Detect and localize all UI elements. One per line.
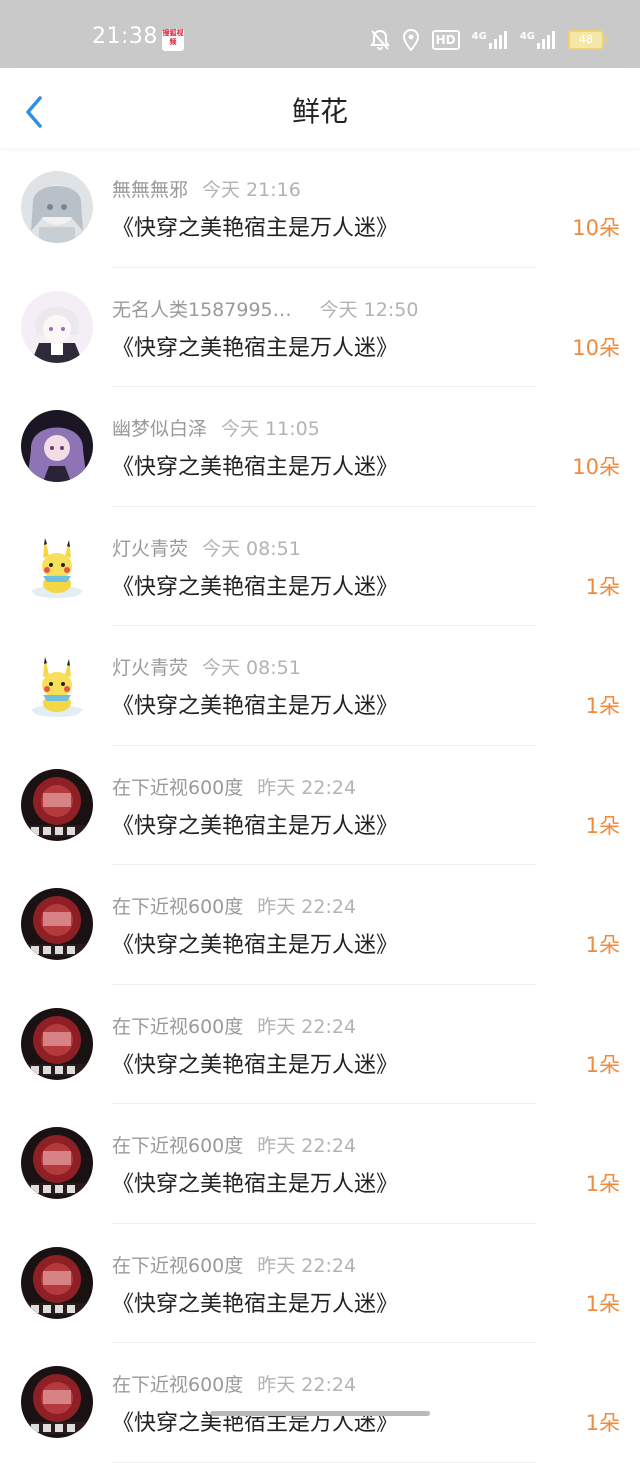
item-meta: 灯火青荧 今天 08:51	[112, 534, 301, 561]
item-meta: 在下近视600度 昨天 22:24	[112, 892, 356, 919]
user-name[interactable]: 在下近视600度	[112, 1016, 243, 1038]
item-meta: 在下近视600度 昨天 22:24	[112, 773, 356, 800]
hd-icon: HD	[431, 30, 460, 50]
item-meta: 幽梦似白泽 今天 11:05	[112, 414, 320, 441]
item-time: 今天 08:51	[202, 537, 301, 560]
list-item[interactable]: 無無無邪 今天 21:16 《快穿之美艳宿主是万人迷》 10朵	[0, 148, 640, 268]
flower-count: 1朵	[585, 1291, 620, 1316]
item-meta: 無無無邪 今天 21:16	[112, 175, 301, 202]
divider	[112, 1461, 536, 1463]
list-item[interactable]: 灯火青荧 今天 08:51 《快穿之美艳宿主是万人迷》 1朵	[0, 626, 640, 746]
book-title[interactable]: 《快穿之美艳宿主是万人迷》	[112, 1286, 398, 1318]
book-title[interactable]: 《快穿之美艳宿主是万人迷》	[112, 808, 398, 840]
book-title[interactable]: 《快穿之美艳宿主是万人迷》	[112, 1405, 398, 1437]
user-name[interactable]: 灯火青荧	[112, 657, 188, 679]
item-time: 今天 08:51	[202, 657, 301, 679]
battery-icon: 48	[568, 30, 607, 50]
signal-label-1: 4G	[471, 31, 487, 42]
flower-count: 1朵	[585, 933, 620, 957]
book-title[interactable]: 《快穿之美艳宿主是万人迷》	[112, 1047, 398, 1079]
list-item[interactable]: 在下近视600度 昨天 22:24 《快穿之美艳宿主是万人迷》 1朵	[0, 746, 640, 865]
list-item[interactable]: 在下近视600度 昨天 22:24 《快穿之美艳宿主是万人迷》 1朵	[0, 985, 640, 1104]
flower-count: 10朵	[572, 335, 620, 360]
sohu-video-icon: 搜狐视频	[162, 29, 184, 51]
item-meta: 无名人类1587995… 今天 12:50	[112, 295, 418, 322]
user-name[interactable]: 灯火青荧	[112, 538, 188, 560]
user-name[interactable]: 在下近视600度	[112, 896, 243, 918]
list-item[interactable]: 在下近视600度 昨天 22:24 《快穿之美艳宿主是万人迷》 1朵	[0, 1224, 640, 1343]
signal-label-2: 4G	[519, 31, 535, 42]
item-time: 昨天 22:24	[257, 1015, 357, 1038]
list-item[interactable]: 在下近视600度 昨天 22:24 《快穿之美艳宿主是万人迷》 1朵	[0, 865, 640, 985]
status-bar: 21:38 搜狐视频 HD 4G 4G 48	[0, 0, 640, 68]
item-time: 昨天 22:24	[257, 1254, 357, 1277]
item-time: 今天 11:05	[221, 418, 320, 440]
flower-count: 10朵	[572, 455, 620, 479]
list-item[interactable]: 幽梦似白泽 今天 11:05 《快穿之美艳宿主是万人迷》 10朵	[0, 387, 640, 507]
flower-count: 1朵	[585, 1052, 620, 1077]
avatar[interactable]	[21, 290, 93, 363]
avatar[interactable]	[21, 1007, 93, 1080]
location-pin-icon	[402, 29, 420, 51]
avatar[interactable]	[21, 768, 93, 841]
user-name[interactable]: 在下近视600度	[112, 1374, 243, 1396]
item-meta: 灯火青荧 今天 08:51	[112, 653, 301, 680]
flower-count: 1朵	[585, 1411, 620, 1435]
user-name[interactable]: 无名人类1587995…	[112, 299, 292, 321]
item-meta: 在下近视600度 昨天 22:24	[112, 1370, 356, 1397]
status-icons: HD 4G 4G 48	[369, 26, 607, 54]
flower-count: 1朵	[585, 1172, 620, 1196]
user-name[interactable]: 在下近视600度	[112, 777, 243, 799]
book-title[interactable]: 《快穿之美艳宿主是万人迷》	[112, 330, 398, 362]
mute-bell-icon	[369, 29, 390, 51]
avatar[interactable]	[21, 649, 93, 721]
item-time: 今天 21:16	[202, 179, 301, 201]
item-meta: 在下近视600度 昨天 22:24	[112, 1131, 356, 1158]
flower-count: 1朵	[585, 694, 620, 718]
item-time: 昨天 22:24	[257, 1374, 357, 1396]
book-title[interactable]: 《快穿之美艳宿主是万人迷》	[112, 688, 398, 720]
avatar[interactable]	[21, 1366, 93, 1438]
item-time: 昨天 22:24	[257, 776, 357, 799]
item-time: 昨天 22:24	[257, 1135, 357, 1157]
book-title[interactable]: 《快穿之美艳宿主是万人迷》	[112, 927, 398, 959]
list-item[interactable]: 灯火青荧 今天 08:51 《快穿之美艳宿主是万人迷》 1朵	[0, 507, 640, 626]
flower-count: 1朵	[585, 813, 620, 838]
list-item[interactable]: 无名人类1587995… 今天 12:50 《快穿之美艳宿主是万人迷》 10朵	[0, 268, 640, 387]
user-name[interactable]: 無無無邪	[112, 179, 188, 201]
flower-list: 無無無邪 今天 21:16 《快穿之美艳宿主是万人迷》 10朵 无名人类15879…	[0, 148, 640, 1463]
user-name[interactable]: 在下近视600度	[112, 1135, 243, 1157]
flower-count: 1朵	[585, 574, 620, 599]
item-meta: 在下近视600度 昨天 22:24	[112, 1251, 356, 1278]
home-indicator[interactable]	[210, 1411, 430, 1416]
avatar[interactable]	[21, 1246, 93, 1319]
item-time: 昨天 22:24	[257, 896, 357, 918]
item-meta: 在下近视600度 昨天 22:24	[112, 1012, 356, 1039]
flower-count: 10朵	[572, 216, 620, 240]
signal-icon-2: 4G	[520, 31, 556, 49]
user-name[interactable]: 在下近视600度	[112, 1255, 243, 1277]
avatar[interactable]	[21, 171, 93, 243]
book-title[interactable]: 《快穿之美艳宿主是万人迷》	[112, 449, 398, 481]
item-time: 今天 12:50	[319, 298, 419, 321]
avatar[interactable]	[21, 529, 93, 602]
avatar[interactable]	[21, 410, 93, 482]
list-item[interactable]: 在下近视600度 昨天 22:24 《快穿之美艳宿主是万人迷》 1朵	[0, 1343, 640, 1463]
list-item[interactable]: 在下近视600度 昨天 22:24 《快穿之美艳宿主是万人迷》 1朵	[0, 1104, 640, 1224]
user-name[interactable]: 幽梦似白泽	[112, 418, 207, 440]
page-title: 鲜花	[291, 95, 348, 128]
avatar[interactable]	[21, 1127, 93, 1199]
avatar[interactable]	[21, 888, 93, 960]
book-title[interactable]: 《快穿之美艳宿主是万人迷》	[112, 210, 398, 242]
book-title[interactable]: 《快穿之美艳宿主是万人迷》	[112, 1166, 398, 1198]
nav-bar: 鲜花	[0, 68, 640, 148]
sohu-video-icon-label: 搜狐视频	[162, 29, 184, 46]
status-time: 21:38	[92, 24, 158, 49]
book-title[interactable]: 《快穿之美艳宿主是万人迷》	[112, 569, 398, 601]
signal-icon-1: 4G	[472, 31, 508, 49]
